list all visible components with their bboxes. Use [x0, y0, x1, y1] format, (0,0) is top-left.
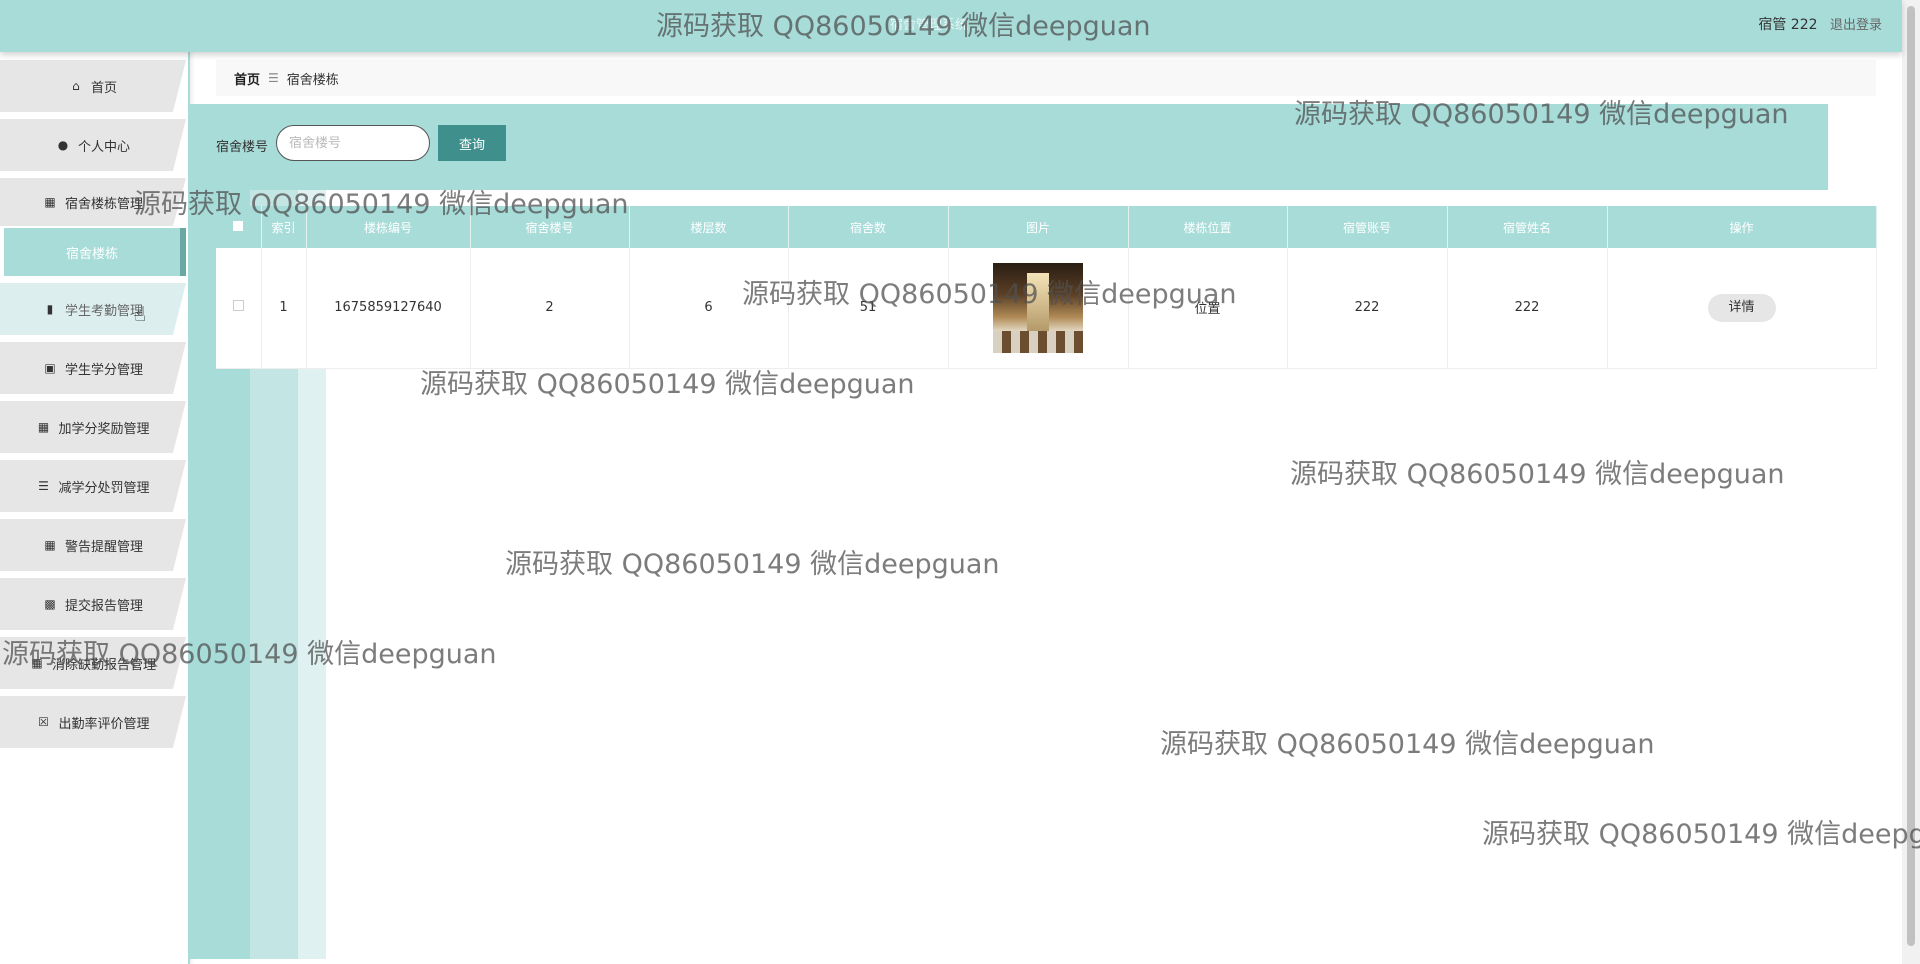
main-content: 首页 ☰ 宿舍楼栋 宿舍楼号 查询 [190, 52, 1902, 964]
cell-manager-account: 222 [1287, 248, 1448, 369]
grid-icon: ▦ [44, 195, 56, 209]
sidebar-item-profile[interactable]: ● 个人中心 [0, 119, 186, 171]
ticket-icon: ▣ [44, 361, 56, 375]
column-header: 楼栋位置 [1128, 206, 1288, 248]
sidebar-item-attendance-management[interactable]: ▮ 学生考勤管理 [0, 283, 186, 335]
cell-location: 位置 [1128, 248, 1288, 369]
logout-link[interactable]: 退出登录 [1830, 18, 1882, 33]
sidebar: ⌂ 首页 ● 个人中心 ▦ 宿舍楼栋管理 宿舍楼栋 ▮ 学生考勤管理 ▣ 学生学… [0, 52, 190, 964]
sidebar-item-label: 学生考勤管理 [64, 303, 143, 319]
select-all-header [216, 206, 262, 248]
clipboard-x-icon: ☒ [38, 715, 49, 729]
dorm-photo-thumbnail [993, 262, 1083, 353]
breadcrumb-separator-icon: ☰ [268, 71, 279, 85]
sidebar-item-bonus-credit-management[interactable]: ▦ 加学分奖励管理 [0, 401, 186, 453]
search-input[interactable] [276, 125, 430, 161]
scrollbar-thumb[interactable] [1907, 6, 1915, 946]
briefcase-icon: ▩ [44, 597, 56, 611]
column-header: 宿管姓名 [1447, 206, 1608, 248]
sidebar-item-warning-management[interactable]: ▦ 警告提醒管理 [0, 519, 186, 571]
grid-icon: ▦ [37, 420, 50, 434]
top-header: 宿舍管理系统 宿管 222 退出登录 [0, 0, 1902, 52]
search-panel: 宿舍楼号 查询 [190, 104, 1828, 190]
column-header: 索引 [261, 206, 307, 248]
sidebar-item-label: 宿舍楼栋管理 [64, 196, 143, 212]
search-label: 宿舍楼号 [216, 140, 269, 155]
sidebar-item-report-management[interactable]: ▩ 提交报告管理 [0, 578, 186, 630]
table-header-row: 索引 楼栋编号 宿舍楼号 楼层数 宿舍数 图片 楼栋位置 宿管账号 宿管姓名 操… [216, 206, 1877, 248]
current-user-label: 宿管 222 [1758, 17, 1818, 33]
sidebar-item-dorm-building-management[interactable]: ▦ 宿舍楼栋管理 [0, 178, 186, 226]
cell-index: 1 [261, 248, 307, 369]
sidebar-item-home[interactable]: ⌂ 首页 [0, 60, 186, 112]
column-header: 宿舍楼号 [470, 206, 630, 248]
column-header: 宿管账号 [1287, 206, 1448, 248]
cell-action: 详情 [1607, 248, 1877, 369]
data-table: 索引 楼栋编号 宿舍楼号 楼层数 宿舍数 图片 楼栋位置 宿管账号 宿管姓名 操… [216, 206, 1877, 369]
select-all-checkbox[interactable] [233, 221, 244, 231]
sidebar-item-label: 消除缺勤报告管理 [51, 657, 156, 673]
list-icon: ☰ [38, 479, 49, 493]
system-title: 宿舍管理系统 [890, 18, 969, 33]
sidebar-item-label: 出勤率评价管理 [58, 716, 150, 732]
detail-button[interactable]: 详情 [1707, 293, 1776, 322]
user-area: 宿管 222 退出登录 [1758, 14, 1882, 34]
breadcrumb: 首页 ☰ 宿舍楼栋 [216, 60, 1876, 96]
sidebar-item-credit-management[interactable]: ▣ 学生学分管理 [0, 342, 186, 394]
cell-manager-name: 222 [1447, 248, 1608, 369]
sidebar-item-label: 加学分奖励管理 [58, 421, 150, 437]
sidebar-item-absence-report-management[interactable]: ▦ 消除缺勤报告管理 [0, 637, 186, 689]
column-header: 楼层数 [629, 206, 789, 248]
cell-dorm-building: 2 [470, 248, 630, 369]
cell-floors: 6 [629, 248, 789, 369]
grid-icon: ▦ [31, 656, 43, 670]
sidebar-item-attendance-rating-management[interactable]: ☒ 出勤率评价管理 [0, 696, 186, 748]
column-header: 图片 [948, 206, 1129, 248]
sidebar-item-label: 个人中心 [77, 139, 130, 155]
cell-rooms: 51 [788, 248, 949, 369]
user-icon: ● [57, 138, 69, 152]
breadcrumb-home[interactable]: 首页 [234, 69, 260, 88]
row-checkbox[interactable] [232, 300, 244, 312]
sidebar-item-penalty-credit-management[interactable]: ☰ 减学分处罚管理 [0, 460, 186, 512]
cell-image [948, 248, 1129, 369]
sidebar-item-label: 减学分处罚管理 [58, 480, 150, 496]
page-scrollbar[interactable] [1902, 0, 1920, 964]
breadcrumb-current: 宿舍楼栋 [286, 72, 339, 88]
sidebar-item-label: 提交报告管理 [64, 598, 143, 614]
home-icon: ⌂ [72, 79, 80, 93]
submenu-item-dorm-building[interactable]: 宿舍楼栋 [4, 228, 186, 276]
search-button[interactable]: 查询 [438, 125, 506, 161]
column-header: 楼栋编号 [306, 206, 471, 248]
cell-building-no: 1675859127640 [306, 248, 471, 369]
clipboard-icon: ▮ [46, 302, 54, 316]
row-select-cell [216, 248, 262, 369]
column-header: 宿舍数 [788, 206, 949, 248]
sidebar-item-label: 首页 [90, 80, 117, 96]
sidebar-item-label: 警告提醒管理 [64, 539, 143, 555]
table-row: 1 1675859127640 2 6 51 位置 222 222 详情 [216, 248, 1877, 369]
sidebar-item-label: 学生学分管理 [64, 362, 143, 378]
grid-icon: ▦ [44, 538, 56, 552]
column-header: 操作 [1607, 206, 1877, 248]
